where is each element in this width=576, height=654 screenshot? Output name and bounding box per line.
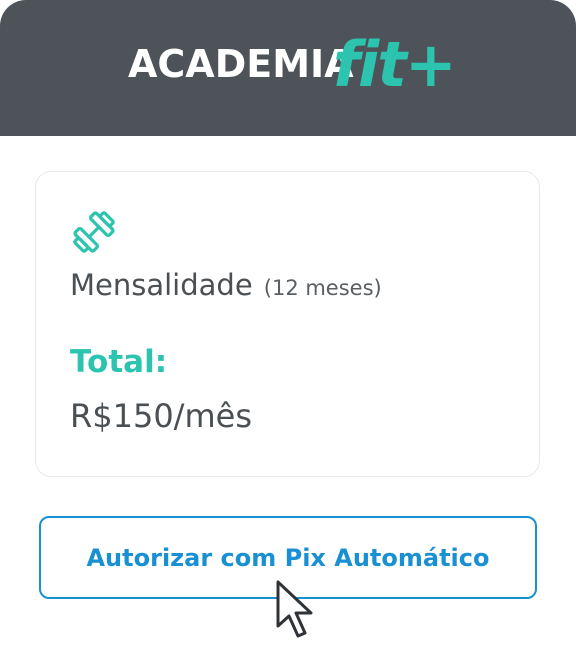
plan-duration: (12 meses) <box>263 276 382 300</box>
total-label: Total: <box>70 344 168 380</box>
mouse-pointer-icon <box>276 580 313 638</box>
plan-summary-card: Mensalidade (12 meses) Total: R$150/mês <box>35 171 540 477</box>
plan-description: Mensalidade (12 meses) <box>70 268 382 302</box>
dumbbell-icon <box>73 211 115 253</box>
brand-wordmark: ACADEMIA <box>128 42 354 86</box>
app-header: ACADEMIA fit+ <box>0 0 576 136</box>
plan-name: Mensalidade <box>70 268 253 302</box>
total-value: R$150/mês <box>70 397 252 435</box>
brand-logo: ACADEMIA fit+ <box>128 28 458 118</box>
brand-suffix: fit+ <box>333 28 457 101</box>
